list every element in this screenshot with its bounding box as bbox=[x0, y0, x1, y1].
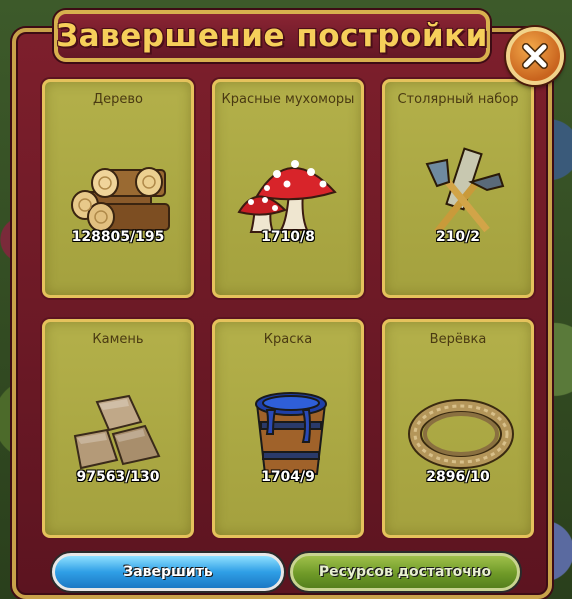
resource-card-rope: Верёвка 2896/10 bbox=[382, 319, 534, 538]
enough-resources-button[interactable]: Ресурсов достаточно bbox=[290, 553, 520, 591]
finish-button[interactable]: Завершить bbox=[52, 553, 284, 591]
red-mushrooms-icon bbox=[237, 160, 337, 233]
paint-bucket-icon bbox=[255, 392, 327, 475]
resource-card-stone: Камень 97563/130 bbox=[42, 319, 194, 538]
resource-name: Дерево bbox=[92, 92, 144, 107]
resource-count: 2896/10 bbox=[426, 469, 490, 485]
resource-count: 1704/9 bbox=[261, 469, 315, 485]
resource-count: 97563/130 bbox=[76, 469, 160, 485]
resource-count: 128805/195 bbox=[71, 229, 165, 245]
build-complete-dialog: Дерево 128805/195 Красные мухоморы 1710/… bbox=[12, 28, 552, 599]
resource-count: 210/2 bbox=[435, 229, 481, 245]
resource-card-paint: Краска 1704/9 bbox=[212, 319, 364, 538]
resource-card-wood: Дерево 128805/195 bbox=[42, 79, 194, 298]
carpentry-tools-icon bbox=[425, 147, 505, 235]
wood-logs-icon bbox=[71, 167, 170, 232]
resource-name: Верёвка bbox=[429, 332, 487, 347]
resource-card-carpentry: Столярный набор 210/2 bbox=[382, 79, 534, 298]
resource-name: Столярный набор bbox=[397, 92, 519, 107]
dialog-title-plate: Завершение постройки bbox=[54, 10, 490, 62]
rope-coil-icon bbox=[408, 399, 514, 469]
resource-count: 1710/8 bbox=[261, 229, 315, 245]
resource-card-mushrooms: Красные мухоморы 1710/8 bbox=[212, 79, 364, 298]
close-x-icon bbox=[522, 43, 548, 69]
stone-blocks-icon bbox=[73, 394, 161, 470]
resource-name: Камень bbox=[92, 332, 144, 347]
resource-name: Красные мухоморы bbox=[221, 92, 355, 107]
resource-name: Краска bbox=[263, 332, 313, 347]
dialog-title: Завершение постройки bbox=[56, 18, 488, 54]
close-button[interactable] bbox=[506, 27, 564, 85]
